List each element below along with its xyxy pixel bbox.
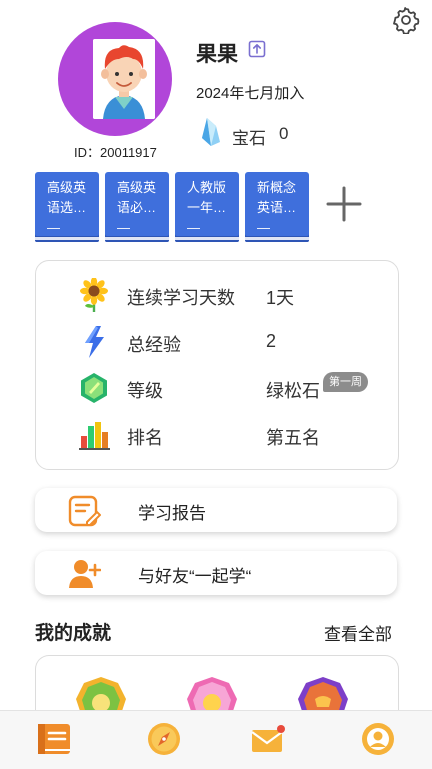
- user-id: ID：20011917: [74, 145, 157, 160]
- stat-row-experience: 总经验 2: [35, 319, 397, 365]
- book-nav-icon[interactable]: [36, 721, 72, 757]
- book-title: 新概念英语…—: [257, 180, 297, 232]
- stat-row-rank: 排名 第五名: [35, 412, 397, 458]
- boy-avatar-icon: [93, 39, 155, 119]
- stat-value: 2: [266, 331, 277, 351]
- stat-value: 第五名: [266, 428, 320, 448]
- report-icon: [68, 495, 101, 527]
- username: 果果: [196, 43, 238, 66]
- stat-label: 等级: [127, 381, 163, 401]
- week-badge: 第一周: [323, 372, 368, 392]
- add-book-icon[interactable]: [326, 186, 362, 222]
- mail-nav-icon[interactable]: [250, 721, 286, 757]
- avatar[interactable]: [93, 39, 155, 119]
- bottom-nav: [0, 710, 432, 769]
- book-card[interactable]: 高级英语必…—: [105, 172, 169, 242]
- share-icon[interactable]: [248, 40, 266, 58]
- book-title: 人教版一年…—: [187, 180, 227, 232]
- add-friend-icon: [69, 560, 101, 588]
- view-all-link[interactable]: 查看全部: [324, 620, 392, 645]
- invite-friend-button[interactable]: 与好友“一起学“: [35, 551, 397, 595]
- stat-row-streak: 连续学习天数 1天: [35, 272, 397, 318]
- stat-label: 连续学习天数: [127, 288, 235, 308]
- achievements-title: 我的成就: [35, 623, 112, 644]
- invite-friend-label: 与好友“一起学“: [138, 567, 252, 586]
- book-card[interactable]: 新概念英语…—: [245, 172, 309, 242]
- bar-chart-icon: [79, 422, 110, 450]
- stat-label: 排名: [127, 428, 163, 448]
- book-card[interactable]: 高级英语选…—: [35, 172, 99, 242]
- gem-label: 宝石: [232, 129, 266, 148]
- settings-gear-icon[interactable]: [392, 6, 420, 34]
- stat-label: 总经验: [127, 335, 181, 355]
- stat-value: 绿松石: [266, 381, 320, 401]
- book-title: 高级英语选…—: [47, 180, 87, 232]
- sunflower-icon: [80, 278, 108, 312]
- study-report-button[interactable]: 学习报告: [35, 488, 397, 532]
- profile-nav-icon[interactable]: [360, 721, 396, 757]
- lightning-icon: [85, 326, 104, 358]
- stat-value: 1天: [266, 288, 295, 308]
- study-report-label: 学习报告: [138, 504, 206, 523]
- compass-nav-icon[interactable]: [146, 721, 182, 757]
- gem-level-icon: [81, 373, 107, 403]
- join-date: 2024年七月加入: [196, 85, 305, 102]
- book-title: 高级英语必…—: [117, 180, 157, 232]
- gem-count: 0: [279, 124, 289, 143]
- gem-icon: [202, 118, 220, 146]
- book-card[interactable]: 人教版一年…—: [175, 172, 239, 242]
